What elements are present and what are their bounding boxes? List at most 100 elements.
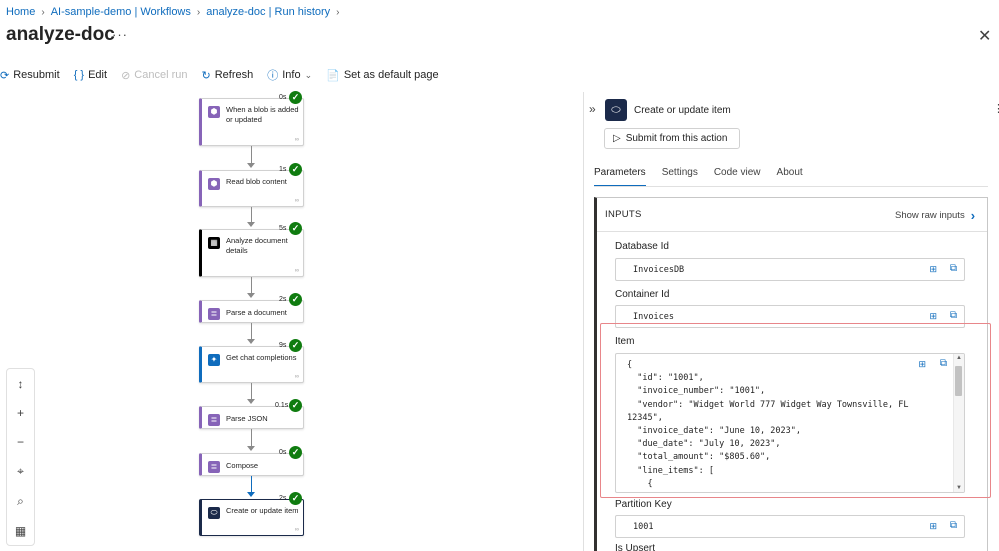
workflow-step-card[interactable]: ≣ Parse a document [199, 300, 304, 323]
tab-settings[interactable]: Settings [662, 167, 698, 187]
set-default-page-button[interactable]: 📄 Set as default page [326, 69, 439, 82]
info-button[interactable]: ⓘ Info ⌄ [267, 67, 312, 83]
success-check-icon: ✓ [289, 339, 302, 352]
database-id-field[interactable]: InvoicesDB ⊞ ⧉ [615, 258, 965, 281]
collapse-panel-icon[interactable]: » [589, 102, 596, 116]
close-icon[interactable]: ✕ [978, 26, 991, 46]
success-check-icon: ✓ [289, 492, 302, 505]
step-duration: 9s [279, 342, 287, 349]
step-connector [251, 323, 252, 340]
chevron-right-icon: › [336, 6, 340, 18]
step-connector [251, 429, 252, 447]
partition-key-value: 1001 [633, 522, 654, 532]
connector-arrow [247, 399, 255, 404]
highlight-annotation [600, 323, 991, 498]
tab-parameters[interactable]: Parameters [594, 167, 646, 187]
breadcrumb-run-history[interactable]: analyze-doc | Run history [206, 6, 330, 18]
command-bar: ⟳ Resubmit { } Edit ⊘ Cancel run ↻ Refre… [0, 66, 453, 84]
show-raw-label: Show raw inputs [895, 210, 965, 221]
workflow-step-card[interactable]: ⬢ When a blob is added or updated ∞ [199, 98, 304, 146]
step-connector [251, 146, 252, 164]
link-icon: ∞ [294, 527, 299, 533]
cancel-run-button[interactable]: ⊘ Cancel run [121, 69, 187, 82]
step-label: Compose [226, 461, 259, 470]
copy-icon[interactable]: ⧉ [950, 263, 957, 274]
success-check-icon: ✓ [289, 293, 302, 306]
link-icon: ∞ [294, 137, 299, 143]
step-label: Analyze document details [226, 236, 288, 255]
step-label: Parse a document [226, 308, 287, 317]
connector-arrow [247, 492, 255, 497]
table-view-icon[interactable]: ⊞ [929, 311, 937, 322]
database-id-value: InvoicesDB [633, 265, 685, 275]
step-label: Create or update item [226, 506, 299, 515]
chevron-right-icon: › [970, 208, 976, 223]
connector-arrow [247, 339, 255, 344]
tab-about[interactable]: About [777, 167, 803, 187]
chevron-right-icon: › [196, 6, 201, 18]
more-vertical-icon[interactable]: ⋮ [993, 102, 999, 115]
refresh-button[interactable]: ↻ Refresh [201, 69, 253, 82]
connector-arrow [247, 446, 255, 451]
minimap-icon[interactable]: ▦ [15, 524, 26, 538]
breadcrumb-home[interactable]: Home [6, 6, 35, 18]
link-icon: ∞ [294, 374, 299, 380]
workflow-step-card[interactable]: ⬢ Read blob content ∞ [199, 170, 304, 207]
page-title: analyze-doc [6, 24, 115, 45]
container-id-label: Container Id [615, 289, 670, 300]
database-id-label: Database Id [615, 241, 669, 252]
resubmit-button[interactable]: ⟳ Resubmit [0, 69, 60, 82]
edit-button[interactable]: { } Edit [74, 69, 107, 81]
partition-key-field[interactable]: 1001 ⊞ ⧉ [615, 515, 965, 538]
container-id-value: Invoices [633, 312, 674, 322]
copy-icon[interactable]: ⧉ [950, 310, 957, 321]
step-label: Parse JSON [226, 414, 268, 423]
center-icon[interactable]: ⌖ [17, 464, 24, 479]
table-view-icon[interactable]: ⊞ [929, 264, 937, 275]
submit-from-action-button[interactable]: ▷ Submit from this action [604, 128, 740, 149]
refresh-label: Refresh [214, 69, 254, 81]
document-icon: 📄 [326, 69, 340, 82]
step-connector [251, 476, 252, 493]
fit-view-icon[interactable]: ↕ [18, 377, 24, 391]
cancel-icon: ⊘ [121, 69, 131, 82]
step-icon: ⬢ [208, 106, 220, 118]
step-connector [251, 277, 252, 294]
search-icon[interactable]: ⌕ [17, 494, 24, 509]
workflow-step-card[interactable]: ▦ Analyze document details ∞ [199, 229, 304, 277]
inputs-header: INPUTS [605, 209, 642, 220]
action-title: Create or update item [634, 105, 731, 116]
connector-arrow [247, 163, 255, 168]
workflow-step-card[interactable]: ⬭ Create or update item ∞ [199, 499, 304, 536]
workflow-step-card[interactable]: ✦ Get chat completions ∞ [199, 346, 304, 383]
success-check-icon: ✓ [289, 446, 302, 459]
zoom-out-icon[interactable]: − [17, 435, 24, 449]
edit-label: Edit [88, 69, 108, 81]
cancel-run-label: Cancel run [134, 69, 188, 81]
resubmit-label: Resubmit [13, 69, 60, 81]
tab-code-view[interactable]: Code view [714, 167, 761, 187]
chevron-right-icon: › [41, 6, 45, 18]
step-duration: 0s [279, 449, 287, 456]
copy-icon[interactable]: ⧉ [950, 520, 957, 531]
step-connector [251, 383, 252, 400]
workflow-step-card[interactable]: ≣ Parse JSON [199, 406, 304, 429]
connector-arrow [247, 293, 255, 298]
step-label: Read blob content [226, 177, 287, 186]
step-duration: 2s [279, 296, 287, 303]
link-icon: ∞ [294, 268, 299, 274]
step-icon: ⬢ [208, 178, 220, 190]
workflow-step-card[interactable]: ≣ Compose [199, 453, 304, 476]
step-icon: ≣ [208, 461, 220, 473]
resubmit-icon: ⟳ [0, 69, 10, 82]
zoom-in-icon[interactable]: + [17, 406, 24, 420]
info-icon: ⓘ [267, 70, 279, 82]
table-view-icon[interactable]: ⊞ [929, 521, 937, 532]
step-label: When a blob is added or updated [226, 105, 299, 124]
panel-divider [583, 92, 584, 551]
info-label: Info [282, 69, 301, 81]
breadcrumb-workflows[interactable]: AI-sample-demo | Workflows [51, 6, 191, 18]
show-raw-inputs-link[interactable]: Show raw inputs › [895, 208, 975, 223]
connector-arrow [247, 222, 255, 227]
more-options-icon[interactable]: ··· [112, 27, 128, 42]
